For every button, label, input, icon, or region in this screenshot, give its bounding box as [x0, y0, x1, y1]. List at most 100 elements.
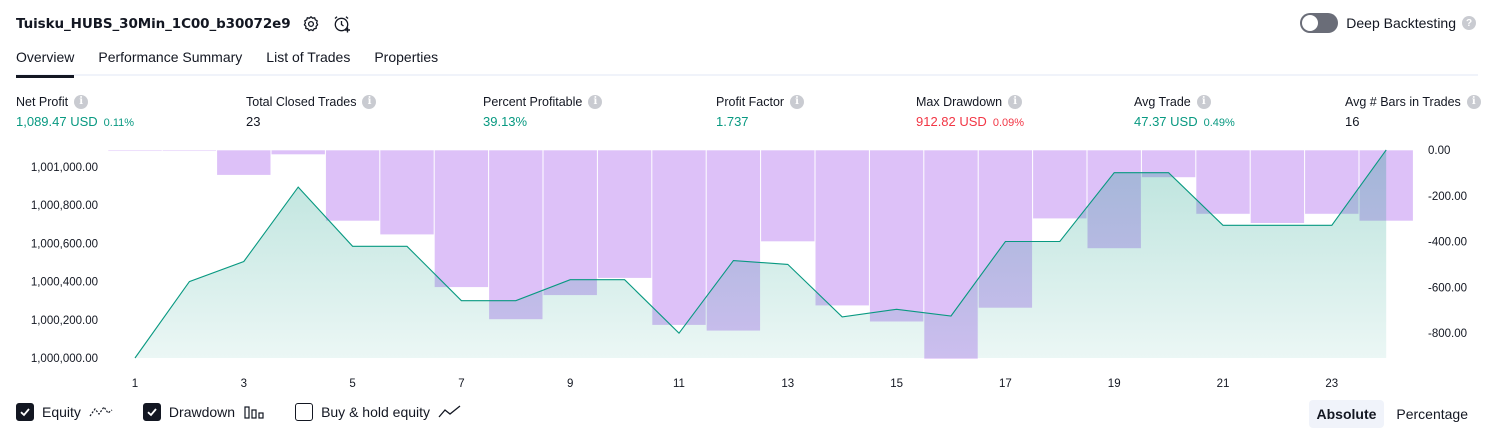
x-axis-tick-label: 5 — [349, 378, 355, 390]
metric-avg-bars-in-trades: Avg # Bars in Trades i 16 — [1345, 93, 1481, 130]
x-axis-tick-label: 15 — [890, 378, 903, 390]
drawdown-bar — [597, 149, 652, 279]
drawdown-bar — [434, 149, 489, 288]
metric-avg-trade: Avg Trade i 47.37 USD 0.49% — [1134, 93, 1235, 130]
metric-total-closed-trades: Total Closed Trades i 23 — [246, 93, 377, 130]
percentage-button[interactable]: Percentage — [1388, 400, 1476, 428]
tab-performance-summary[interactable]: Performance Summary — [98, 44, 242, 76]
equity-axis-tick-label: 1,000,200.00 — [31, 315, 98, 327]
absolute-button[interactable]: Absolute — [1308, 400, 1385, 428]
metric-label: Max Drawdown — [916, 94, 1003, 109]
drawdown-axis-tick-label: -400.00 — [1428, 237, 1467, 249]
metric-percent-profitable: Percent Profitable i 39.13% — [483, 93, 603, 130]
metric-label: Percent Profitable — [483, 94, 583, 109]
x-axis-tick-label: 13 — [781, 378, 794, 390]
equity-checkbox[interactable] — [16, 403, 34, 421]
drawdown-bar — [869, 149, 924, 323]
metric-label: Avg # Bars in Trades — [1345, 94, 1461, 109]
deep-backtesting-control: Deep Backtesting ? — [1300, 13, 1476, 33]
settings-gear-icon[interactable] — [300, 13, 322, 35]
equity-axis-tick-label: 1,000,800.00 — [31, 200, 98, 212]
chart-legend: Equity Drawdown Buy & hold equity — [16, 403, 492, 421]
info-icon[interactable]: i — [790, 94, 805, 109]
toggle-knob — [1302, 15, 1319, 31]
equity-axis-tick-label: 1,000,400.00 — [31, 277, 98, 289]
drawdown-bar — [270, 149, 326, 155]
metric-max-drawdown: Max Drawdown i 912.82 USD 0.09% — [916, 93, 1024, 130]
drawdown-bar — [1032, 149, 1088, 219]
equity-drawdown-chart[interactable]: 1,000,000.00 1,000,200.00 1,000,400.00 1,00… — [0, 140, 1494, 395]
legend-equity[interactable]: Equity — [16, 403, 113, 421]
drawdown-bar — [162, 149, 217, 152]
metric-value: 47.37 USD — [1134, 114, 1198, 129]
metric-label: Total Closed Trades — [246, 94, 357, 109]
strategy-title: Tuisku_HUBS_30Min_1C00_b30072e9 — [16, 16, 291, 32]
x-axis-tick-label: 3 — [241, 378, 247, 390]
metric-value: 39.13% — [483, 114, 528, 129]
legend-equity-label: Equity — [42, 404, 81, 420]
metric-label: Profit Factor — [716, 94, 785, 109]
deep-backtesting-toggle[interactable] — [1300, 13, 1339, 33]
tab-overview[interactable]: Overview — [16, 44, 75, 78]
x-axis-tick-label: 11 — [673, 378, 685, 390]
drawdown-axis-tick-label: -800.00 — [1428, 328, 1467, 340]
add-alert-clock-icon[interactable] — [331, 13, 353, 35]
drawdown-bar — [760, 149, 816, 242]
value-mode-switch: Absolute Percentage — [1305, 400, 1477, 428]
equity-axis-tick-label: 1,000,600.00 — [31, 238, 98, 250]
drawdown-bar — [325, 149, 380, 222]
drawdown-axis-labels: 0.00 -200.00 -400.00 -600.00 -800.00 — [1428, 145, 1467, 340]
legend-buy-hold[interactable]: Buy & hold equity — [295, 403, 462, 421]
strategy-header: Tuisku_HUBS_30Min_1C00_b30072e9 — [16, 12, 353, 36]
metric-percent: 0.11% — [103, 117, 135, 129]
info-icon[interactable]: i — [1466, 94, 1481, 109]
deep-backtesting-label: Deep Backtesting — [1346, 15, 1456, 31]
tab-list-of-trades[interactable]: List of Trades — [266, 44, 350, 76]
drawdown-bars-icon — [243, 404, 265, 420]
drawdown-bar — [814, 149, 870, 306]
metric-value: 1,089.47 USD — [16, 114, 98, 129]
metric-value: 912.82 USD — [916, 114, 987, 129]
drawdown-axis-tick-label: -600.00 — [1428, 282, 1467, 294]
equity-line-icon — [89, 404, 113, 420]
x-axis-tick-label: 7 — [458, 378, 464, 390]
drawdown-bar — [379, 149, 435, 235]
tab-properties[interactable]: Properties — [374, 44, 438, 76]
buy-hold-line-icon — [438, 404, 462, 420]
drawdown-bar — [1195, 149, 1251, 215]
x-axis-tick-label: 1 — [132, 378, 138, 390]
info-icon[interactable]: i — [588, 94, 603, 109]
metric-label: Avg Trade — [1134, 94, 1191, 109]
report-tabs: Overview Performance Summary List of Tra… — [16, 44, 1478, 78]
info-icon[interactable]: i — [1008, 94, 1023, 109]
info-icon[interactable]: i — [74, 94, 89, 109]
info-icon[interactable]: i — [1196, 94, 1211, 109]
x-axis-tick-label: 21 — [1217, 378, 1230, 390]
x-axis-tick-label: 9 — [567, 378, 573, 390]
metric-profit-factor: Profit Factor i 1.737 — [716, 93, 805, 130]
drawdown-bar — [542, 149, 598, 296]
legend-drawdown[interactable]: Drawdown — [142, 403, 265, 421]
drawdown-bar — [1250, 149, 1305, 224]
x-axis-labels: 1 3 5 7 9 11 13 15 17 19 21 23 — [132, 378, 1338, 390]
buy-hold-checkbox[interactable] — [295, 403, 314, 421]
legend-drawdown-label: Drawdown — [168, 404, 236, 420]
drawdown-axis-tick-label: 0.00 — [1428, 145, 1450, 157]
equity-axis-tick-label: 1,000,000.00 — [31, 353, 98, 365]
equity-axis-tick-label: 1,001,000.00 — [31, 162, 98, 174]
metric-value: 16 — [1345, 114, 1360, 129]
drawdown-bar — [651, 149, 707, 326]
x-axis-tick-label: 17 — [999, 378, 1012, 390]
drawdown-checkbox[interactable] — [142, 403, 161, 421]
drawdown-bar — [107, 149, 163, 152]
metric-label: Net Profit — [16, 94, 69, 109]
x-axis-tick-label: 19 — [1108, 378, 1121, 390]
legend-buy-hold-label: Buy & hold equity — [321, 404, 431, 420]
metric-percent: 0.09% — [992, 117, 1025, 129]
equity-axis-labels: 1,000,000.00 1,000,200.00 1,000,400.00 1,00… — [31, 162, 98, 365]
metric-value: 23 — [246, 114, 261, 129]
drawdown-bar — [216, 149, 272, 176]
help-question-icon[interactable]: ? — [1462, 16, 1476, 30]
info-icon[interactable]: i — [362, 94, 377, 109]
metric-percent: 0.49% — [1203, 117, 1235, 129]
